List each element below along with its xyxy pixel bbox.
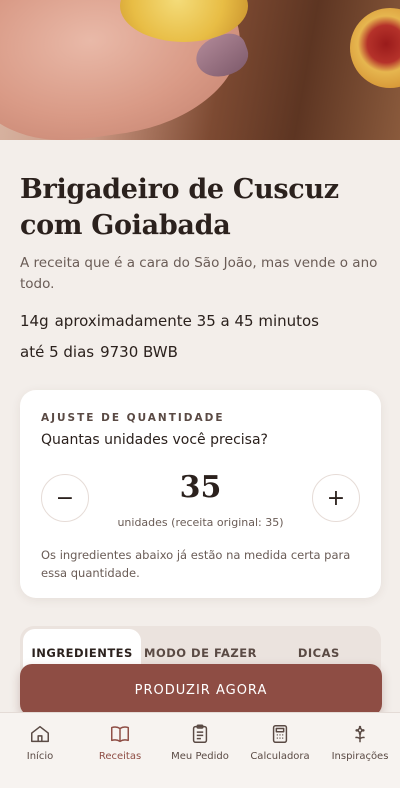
nav-label-inicio: Início — [26, 751, 54, 762]
nav-item-inspiracoes[interactable]: Inspirações — [320, 723, 400, 788]
nav-label-receitas: Receitas — [98, 751, 142, 762]
clipboard-icon — [192, 724, 208, 743]
recipe-title: Brigadeiro de Cuscuz com Goiabada — [20, 172, 380, 244]
nav-item-inicio[interactable]: Início — [0, 723, 80, 788]
quantity-card: AJUSTE DE QUANTIDADE Quantas unidades vo… — [20, 390, 381, 598]
quantity-question: Quantas unidades você precisa? — [41, 432, 268, 448]
recipe-meta-row-2: até 5 dias 9730 BWB — [20, 343, 380, 361]
bottom-nav: Início Receitas Meu Pedido Calculadora I… — [0, 712, 400, 788]
recipe-subtitle: A receita que é a cara do São João, mas … — [20, 255, 378, 292]
title-line-1: Brigadeiro de Cuscuz — [20, 174, 339, 205]
quantity-label: AJUSTE DE QUANTIDADE — [41, 412, 225, 424]
nav-item-meu-pedido[interactable]: Meu Pedido — [160, 723, 240, 788]
title-line-2: com Goiabada — [20, 210, 231, 241]
recipe-code: 9730 BWB — [100, 343, 178, 361]
recipe-meta-row-1: 14g aproximadamente 35 a 45 minutos — [20, 312, 380, 330]
quantity-subtext: unidades (receita original: 35) — [117, 516, 284, 529]
recipe-header: Brigadeiro de Cuscuz com Goiabada A rece… — [0, 140, 400, 361]
guava-sweet-image — [350, 8, 400, 88]
recipe-weight: 14g — [20, 312, 49, 330]
produce-now-button[interactable]: PRODUZIR AGORA — [20, 664, 382, 716]
book-icon — [111, 726, 129, 743]
flower-icon — [355, 725, 365, 743]
quantity-note: Os ingredientes abaixo já estão na medid… — [41, 548, 351, 580]
quantity-stepper: − 35 unidades (receita original: 35) + — [41, 462, 360, 538]
recipe-time: aproximadamente 35 a 45 minutos — [54, 312, 319, 330]
nav-label-calculadora: Calculadora — [250, 751, 310, 762]
recipe-shelf-life: até 5 dias — [20, 343, 95, 361]
hero-image — [0, 0, 400, 140]
nav-label-inspiracoes: Inspirações — [331, 751, 389, 762]
home-icon — [31, 725, 49, 743]
nav-item-calculadora[interactable]: Calculadora — [240, 723, 320, 788]
increase-button[interactable]: + — [312, 474, 360, 522]
calculator-icon — [272, 725, 288, 743]
nav-item-receitas[interactable]: Receitas — [80, 723, 160, 788]
nav-label-meu-pedido: Meu Pedido — [171, 751, 229, 762]
